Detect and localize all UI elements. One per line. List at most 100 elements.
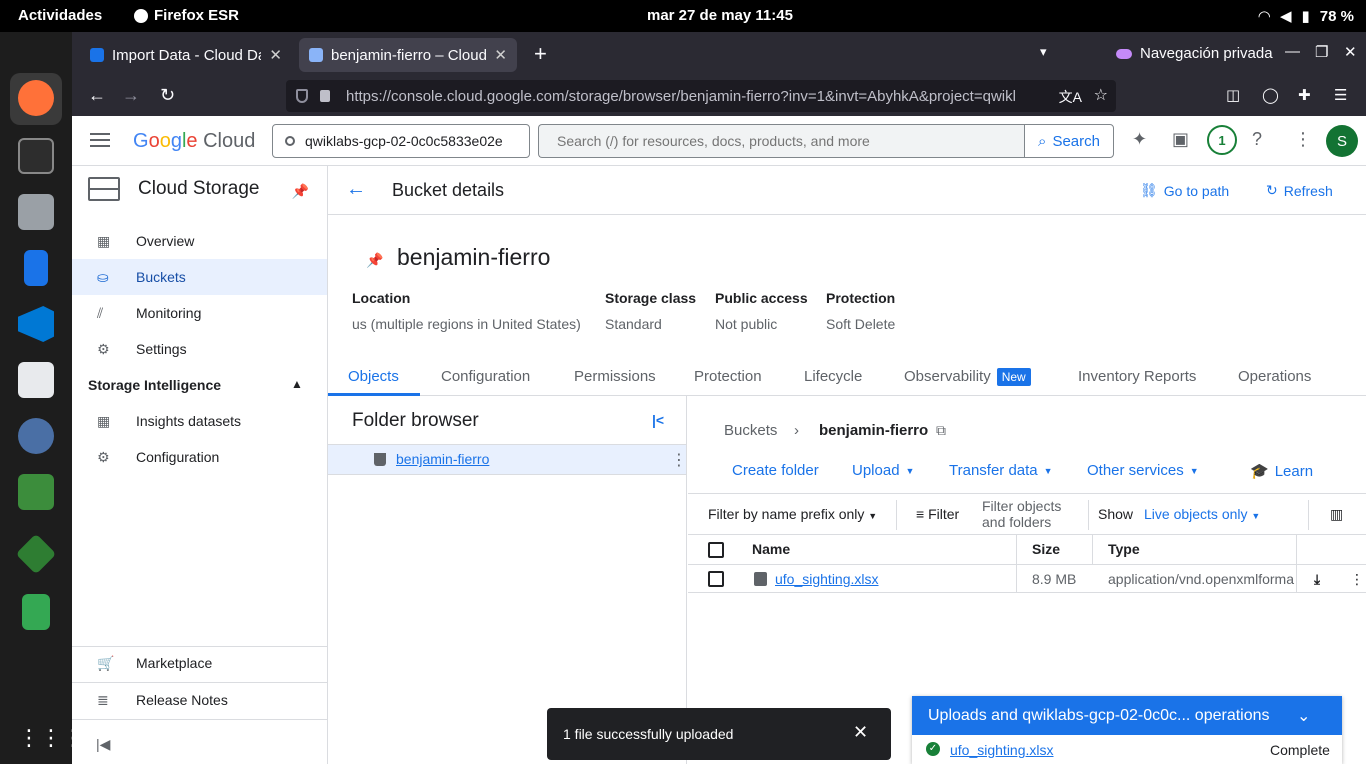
cloud-shell-icon[interactable]: ▣	[1172, 129, 1189, 150]
copy-icon[interactable]: ⧉	[936, 422, 946, 439]
reload-icon[interactable]: ↻	[160, 85, 175, 106]
tab-inventory-reports[interactable]: Inventory Reports	[1078, 368, 1196, 385]
create-folder-button[interactable]: Create folder	[732, 462, 819, 479]
folder-tree-item[interactable]: benjamin-fierro ⋮	[328, 444, 687, 475]
show-select[interactable]: Live objects only ▼	[1144, 506, 1260, 522]
tab-operations[interactable]: Operations	[1238, 368, 1311, 385]
minimize-button[interactable]: —	[1285, 43, 1300, 60]
translate-icon[interactable]: 文A	[1059, 87, 1082, 107]
project-picker[interactable]: qwiklabs-gcp-02-0c0c5833e02e	[272, 124, 530, 158]
close-window-button[interactable]: ✕	[1344, 43, 1357, 61]
select-all-checkbox[interactable]	[708, 542, 724, 558]
tab-import-data[interactable]: Import Data - Cloud Data ✕	[80, 38, 292, 72]
sidebar-item-configuration[interactable]: ⚙ Configuration	[72, 439, 327, 475]
more-options-icon[interactable]: ⋮	[1294, 129, 1312, 150]
tab-lifecycle[interactable]: Lifecycle	[804, 368, 862, 385]
image-viewer-icon[interactable]	[18, 474, 54, 510]
avatar[interactable]: S	[1326, 125, 1358, 157]
upload-button[interactable]: Upload ▼	[852, 462, 914, 479]
text-editor-icon[interactable]	[24, 250, 48, 286]
close-tab-icon[interactable]: ✕	[269, 46, 282, 64]
lock-icon[interactable]	[320, 90, 330, 102]
terminal-icon[interactable]	[18, 138, 54, 174]
section-storage-intelligence[interactable]: Storage Intelligence	[88, 377, 221, 393]
folder-tree-bucket-link[interactable]: benjamin-fierro	[396, 451, 489, 467]
refresh-button[interactable]: ↻ Refresh	[1266, 182, 1333, 199]
sidebar-item-insights-datasets[interactable]: ▦ Insights datasets	[72, 403, 327, 439]
google-cloud-logo[interactable]: Google Cloud	[133, 130, 255, 153]
clock[interactable]: mar 27 de may 11:45	[647, 7, 793, 24]
sidebar-item-marketplace[interactable]: 🛒 Marketplace	[72, 645, 327, 681]
breadcrumb-buckets[interactable]: Buckets	[724, 422, 777, 439]
chevron-up-icon[interactable]: ▲	[291, 377, 303, 391]
menu-icon[interactable]: ☰	[1334, 86, 1347, 104]
back-arrow-icon[interactable]: ←	[346, 178, 366, 201]
object-name-link[interactable]: ufo_sighting.xlsx	[775, 571, 879, 587]
account-icon[interactable]: ◯	[1262, 86, 1279, 104]
extensions-icon[interactable]: ✚	[1298, 86, 1311, 104]
back-icon[interactable]: ←	[88, 85, 106, 106]
layers-icon[interactable]	[15, 533, 57, 575]
tab-list-chevron-icon[interactable]: ▾	[1040, 44, 1047, 60]
pin-icon[interactable]: 📌	[292, 183, 309, 200]
app-grid-icon[interactable]: ⋮⋮⋮	[18, 720, 84, 756]
transfer-data-button[interactable]: Transfer data ▼	[949, 462, 1053, 479]
url-text[interactable]: https://console.cloud.google.com/storage…	[346, 88, 1046, 105]
close-tab-icon[interactable]: ✕	[494, 46, 507, 64]
upload-file-link[interactable]: ufo_sighting.xlsx	[950, 742, 1054, 758]
sidebar-item-settings[interactable]: ⚙ Settings	[72, 331, 327, 367]
trash-icon[interactable]	[22, 594, 50, 630]
r-icon[interactable]	[18, 418, 54, 454]
app-menu[interactable]: Firefox ESR	[134, 7, 239, 24]
row-checkbox[interactable]	[708, 571, 724, 587]
pocket-icon[interactable]: ◫	[1226, 86, 1240, 104]
sidebar-item-release-notes[interactable]: ≣ Release Notes	[72, 682, 327, 718]
filter-input[interactable]: Filter objects and folders	[982, 498, 1082, 530]
go-to-path-button[interactable]: ⛓ Go to path	[1140, 182, 1229, 199]
collapse-panel-icon[interactable]: |<	[652, 412, 664, 428]
tab-objects[interactable]: Objects	[348, 368, 399, 385]
new-tab-button[interactable]: +	[534, 41, 547, 67]
download-icon[interactable]: ⤓	[1314, 571, 1320, 588]
search-input[interactable]	[538, 124, 1024, 158]
help-icon[interactable]: ?	[1252, 129, 1262, 150]
more-actions-icon[interactable]: ⋮	[671, 450, 687, 470]
tab-cloud-storage[interactable]: benjamin-fierro – Cloud S ✕	[299, 38, 517, 72]
learn-button[interactable]: 🎓 Learn	[1250, 462, 1313, 481]
tab-protection[interactable]: Protection	[694, 368, 762, 385]
activities-button[interactable]: Actividades	[18, 7, 102, 24]
firefox-icon[interactable]	[18, 80, 54, 116]
disk-utility-icon[interactable]	[18, 194, 54, 230]
maximize-button[interactable]: ❐	[1315, 43, 1328, 61]
vscode-icon[interactable]	[18, 306, 54, 342]
sidebar-item-buckets[interactable]: ⛀ Buckets	[72, 259, 327, 295]
pin-icon[interactable]: 📌	[366, 252, 383, 269]
tab-permissions[interactable]: Permissions	[574, 368, 656, 385]
close-icon[interactable]: ✕	[853, 722, 868, 743]
status-menu[interactable]: ◠ ◀ ▮ 78 %	[1258, 7, 1354, 26]
main-menu-icon[interactable]	[90, 133, 110, 147]
url-bar[interactable]: https://console.cloud.google.com/storage…	[286, 80, 1116, 112]
bookmark-star-icon[interactable]: ☆	[1094, 85, 1108, 105]
column-display-icon[interactable]: ▥	[1330, 506, 1343, 523]
uploads-panel-header[interactable]: Uploads and qwiklabs-gcp-02-0c0c... oper…	[912, 696, 1342, 735]
notifications-badge[interactable]: 1	[1207, 125, 1237, 155]
collapse-nav-icon[interactable]: |◀	[96, 736, 110, 753]
sidebar-item-monitoring[interactable]: ⫽ Monitoring	[72, 295, 327, 331]
forward-icon[interactable]: →	[122, 85, 140, 106]
gemini-icon[interactable]: ✦	[1132, 129, 1147, 150]
search-button[interactable]: ⌕ Search	[1024, 124, 1114, 158]
column-header-type[interactable]: Type	[1108, 541, 1140, 557]
table-row[interactable]: ufo_sighting.xlsx 8.9 MB application/vnd…	[688, 565, 1366, 593]
sidebar-item-overview[interactable]: ▦ Overview	[72, 223, 327, 259]
filter-mode-select[interactable]: Filter by name prefix only ▼	[708, 506, 877, 522]
more-actions-icon[interactable]: ⋮	[1350, 571, 1364, 588]
filter-button[interactable]: ≡ Filter	[916, 506, 959, 522]
column-header-size[interactable]: Size	[1032, 541, 1060, 557]
tracking-shield-icon[interactable]	[296, 89, 308, 103]
chevron-down-icon[interactable]: ⌄	[1297, 706, 1310, 726]
tab-configuration[interactable]: Configuration	[441, 368, 530, 385]
software-center-icon[interactable]	[18, 362, 54, 398]
column-header-name[interactable]: Name	[752, 541, 790, 557]
tab-observability[interactable]: Observability New	[904, 368, 1031, 386]
